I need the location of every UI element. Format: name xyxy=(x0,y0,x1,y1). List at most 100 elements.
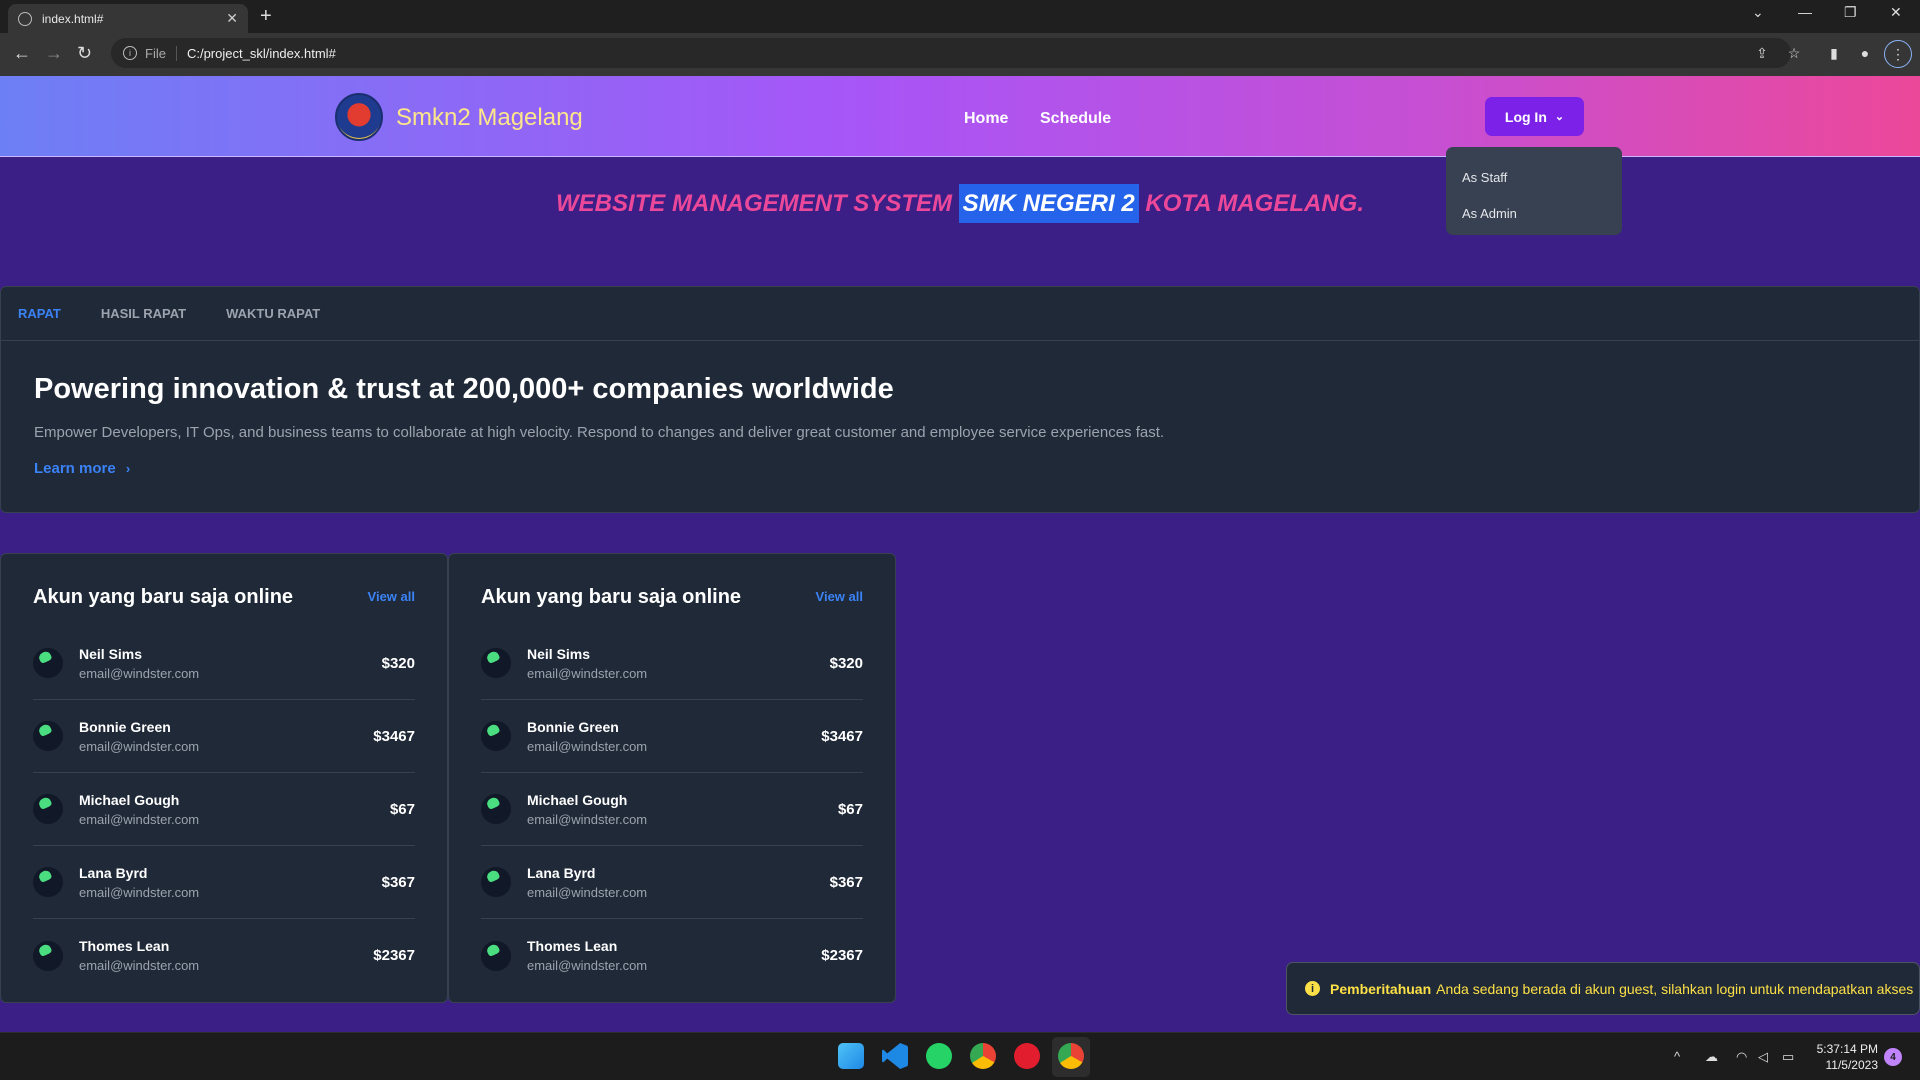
avatar xyxy=(481,648,511,678)
nav-schedule-link[interactable]: Schedule xyxy=(1040,110,1111,128)
user-name: Michael Gough xyxy=(527,791,628,808)
user-amount: $67 xyxy=(837,800,863,818)
list-item[interactable]: Neil Sims email@windster.com $320 xyxy=(481,627,863,700)
new-tab-icon[interactable]: + xyxy=(260,5,272,28)
vscode-icon[interactable] xyxy=(882,1043,908,1069)
user-email: email@windster.com xyxy=(79,665,200,681)
school-logo[interactable] xyxy=(335,93,383,141)
site-info-icon[interactable]: i xyxy=(123,46,137,60)
user-amount: $3467 xyxy=(373,727,415,745)
online-accounts-card: Akun yang baru saja online View all Neil… xyxy=(0,553,448,1003)
user-email: email@windster.com xyxy=(527,665,648,681)
list-item[interactable]: Thomes Lean email@windster.com $2367 xyxy=(481,919,863,992)
user-name: Bonnie Green xyxy=(527,718,619,735)
side-panel-icon[interactable]: ▮ xyxy=(1826,45,1842,61)
globe-icon xyxy=(18,11,32,26)
battery-icon[interactable]: ▭ xyxy=(1782,1049,1794,1065)
reload-icon[interactable]: ↻ xyxy=(77,43,92,64)
list-item[interactable]: Bonnie Green email@windster.com $3467 xyxy=(481,700,863,773)
back-icon[interactable]: ← xyxy=(13,43,31,64)
list-item[interactable]: Thomes Lean email@windster.com $2367 xyxy=(33,919,415,992)
site-header: Smkn2 Magelang Home Schedule Log In ⌄ xyxy=(0,76,1920,157)
user-list: Neil Sims email@windster.com $320 Bonnie … xyxy=(481,627,863,992)
tab-rapat[interactable]: RAPAT xyxy=(18,306,61,321)
windows-start-icon[interactable] xyxy=(838,1043,864,1069)
whatsapp-icon[interactable] xyxy=(926,1043,952,1069)
chevron-down-icon: ⌄ xyxy=(1554,111,1565,123)
forward-icon[interactable]: → xyxy=(45,43,63,64)
login-button[interactable]: Log In ⌄ xyxy=(1485,97,1584,136)
onedrive-icon[interactable]: ☁ xyxy=(1705,1049,1718,1065)
view-all-link[interactable]: View all xyxy=(368,589,415,604)
opera-icon[interactable] xyxy=(1014,1043,1040,1069)
hero-description: Empower Developers, IT Ops, and business… xyxy=(34,424,1165,441)
avatar xyxy=(481,940,511,971)
user-email: email@windster.com xyxy=(79,738,200,754)
avatar xyxy=(33,721,63,751)
list-item[interactable]: Bonnie Green email@windster.com $3467 xyxy=(33,700,415,773)
user-amount: $2367 xyxy=(821,947,863,964)
user-email: email@windster.com xyxy=(527,884,648,900)
browser-toolbar: ← → ↻ i File C:/project_skl/index.html# … xyxy=(0,33,1920,76)
list-item[interactable]: Lana Byrd email@windster.com $367 xyxy=(33,846,415,919)
user-name: Thomes Lean xyxy=(79,938,170,954)
user-amount: $367 xyxy=(381,873,415,891)
card-title: Akun yang baru saja online xyxy=(33,586,294,608)
chrome-icon[interactable] xyxy=(970,1043,996,1069)
browser-tab[interactable]: index.html# ✕ xyxy=(8,4,248,33)
address-bar[interactable]: i File C:/project_skl/index.html# xyxy=(111,38,1791,68)
share-icon[interactable]: ⇪ xyxy=(1754,45,1770,61)
user-email: email@windster.com xyxy=(527,958,648,973)
user-name: Bonnie Green xyxy=(79,718,171,735)
chrome-active-icon[interactable] xyxy=(1058,1043,1084,1069)
hero-title: Powering innovation & trust at 200,000+ … xyxy=(34,373,894,405)
clock-time: 5:37:14 PM xyxy=(1816,1042,1878,1056)
close-tab-icon[interactable]: ✕ xyxy=(226,10,238,27)
headline-suffix: KOTA MAGELANG. xyxy=(1138,190,1365,217)
tab-waktu-rapat[interactable]: WAKTU RAPAT xyxy=(226,306,320,321)
wifi-icon[interactable]: ◠ xyxy=(1736,1049,1747,1065)
list-item[interactable]: Michael Gough email@windster.com $67 xyxy=(33,773,415,846)
login-label: Log In xyxy=(1504,108,1547,125)
nav-home-link[interactable]: Home xyxy=(964,110,1008,128)
card-title: Akun yang baru saja online xyxy=(481,586,742,608)
tab-list: RAPAT HASIL RAPAT WAKTU RAPAT xyxy=(1,287,1919,341)
avatar xyxy=(481,794,511,824)
minimize-icon[interactable]: — xyxy=(1798,4,1812,20)
avatar xyxy=(33,648,63,678)
list-item[interactable]: Michael Gough email@windster.com $67 xyxy=(481,773,863,846)
avatar xyxy=(33,867,63,897)
volume-icon[interactable]: ◁ xyxy=(1758,1049,1768,1065)
browser-menu-icon[interactable]: ⋮ xyxy=(1884,40,1912,68)
notification-badge[interactable]: 4 xyxy=(1884,1048,1902,1066)
user-amount: $367 xyxy=(829,873,863,891)
user-name: Lana Byrd xyxy=(79,864,148,881)
user-name: Lana Byrd xyxy=(527,864,596,881)
os-taskbar: ^ ☁ ◠ ◁ ▭ 5:37:14 PM 11/5/2023 4 xyxy=(0,1032,1920,1080)
menu-item-as-admin[interactable]: As Admin xyxy=(1446,195,1622,231)
tab-title: index.html# xyxy=(42,11,104,26)
headline-highlight: SMK NEGERI 2 xyxy=(958,184,1139,223)
view-all-link[interactable]: View all xyxy=(816,589,863,604)
scheme-label: File xyxy=(145,45,177,61)
close-window-icon[interactable]: ✕ xyxy=(1890,4,1902,21)
learn-more-link[interactable]: Learn more › xyxy=(34,460,130,477)
browser-tab-strip: index.html# ✕ + ⌄ — ❐ ✕ xyxy=(0,0,1920,33)
tray-overflow-icon[interactable]: ^ xyxy=(1674,1049,1680,1064)
tab-search-icon[interactable]: ⌄ xyxy=(1752,4,1764,21)
user-name: Neil Sims xyxy=(79,645,143,662)
list-item[interactable]: Neil Sims email@windster.com $320 xyxy=(33,627,415,700)
notice-title: Pemberitahuan xyxy=(1330,980,1432,997)
profile-icon[interactable]: ● xyxy=(1857,45,1873,61)
bookmark-star-icon[interactable]: ☆ xyxy=(1786,45,1802,61)
menu-item-as-staff[interactable]: As Staff xyxy=(1446,159,1622,195)
page-headline: WEBSITE MANAGEMENT SYSTEM SMK NEGERI 2 K… xyxy=(0,184,1920,223)
restore-icon[interactable]: ❐ xyxy=(1844,4,1857,21)
tab-hasil-rapat[interactable]: HASIL RAPAT xyxy=(101,306,186,321)
system-clock[interactable]: 5:37:14 PM 11/5/2023 xyxy=(1812,1041,1878,1073)
user-name: Neil Sims xyxy=(527,645,591,662)
brand-name[interactable]: Smkn2 Magelang xyxy=(396,104,583,132)
login-dropdown-menu: As Staff As Admin xyxy=(1446,147,1622,235)
list-item[interactable]: Lana Byrd email@windster.com $367 xyxy=(481,846,863,919)
user-amount: $67 xyxy=(389,800,415,818)
